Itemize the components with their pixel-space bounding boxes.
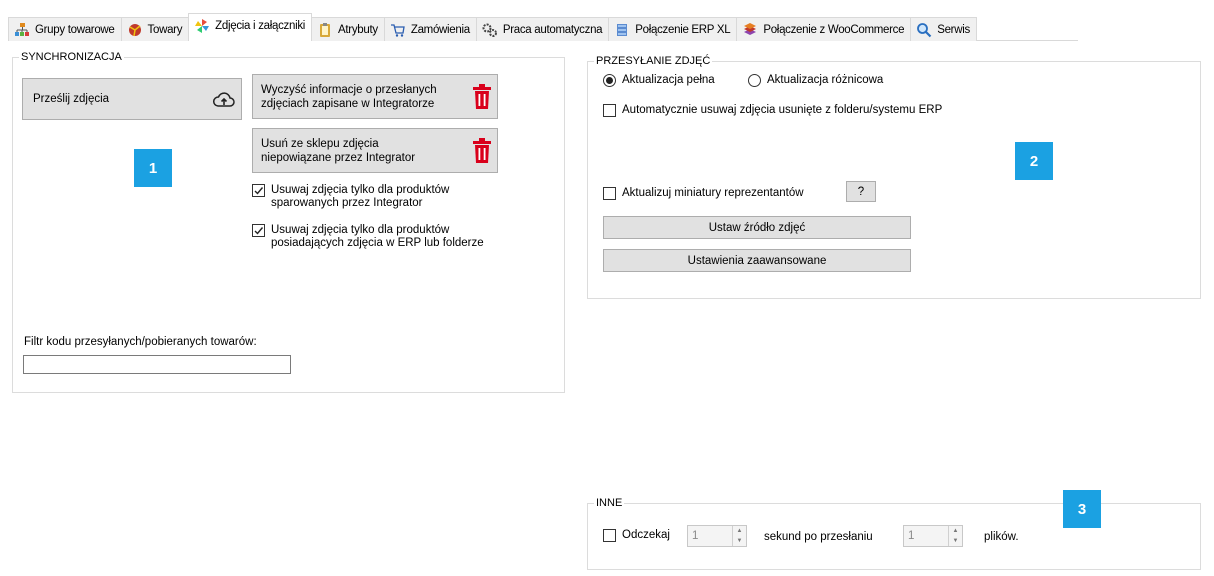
stepper-up-icon[interactable]: ▲ <box>733 526 746 536</box>
remove-unlinked-images-button[interactable]: Usuń ze sklepu zdjęcia niepowiązane prze… <box>252 128 498 173</box>
tab-zdjecia-i-zalaczniki[interactable]: Zdjęcia i załączniki <box>188 13 313 41</box>
callout-badge-1: 1 <box>134 149 172 187</box>
hierarchy-icon <box>15 22 29 36</box>
stepper-down-icon[interactable]: ▼ <box>949 536 962 546</box>
stepper-down-icon[interactable]: ▼ <box>733 536 746 546</box>
remove-button-line2: niepowiązane przez Integrator <box>261 151 416 164</box>
tab-label: Zamówienia <box>410 23 470 36</box>
tab-label: Serwis <box>937 23 970 36</box>
wait-option[interactable]: Odczekaj <box>603 529 670 542</box>
wait-seconds-stepper[interactable]: 1 ▲ ▼ <box>687 525 747 547</box>
pinwheel-icon <box>195 18 210 33</box>
tab-strip: Grupy towarowe Towary Zdjęcia i załączni… <box>8 13 977 41</box>
only-erp-line2: posiadających zdjęcia w ERP lub folderze <box>271 237 484 249</box>
filter-input[interactable] <box>23 355 291 374</box>
tab-grupy-towarowe[interactable]: Grupy towarowe <box>8 17 122 41</box>
clear-button-line1: Wyczyść informacje o przesłanych <box>261 83 437 96</box>
only-paired-products-option[interactable]: Usuwaj zdjęcia tylko dla produktów sparo… <box>252 184 449 210</box>
tab-label: Atrybuty <box>338 23 378 36</box>
files-count-stepper[interactable]: 1 ▲ ▼ <box>903 525 963 547</box>
remove-button-line1: Usuń ze sklepu zdjęcia <box>261 137 379 150</box>
only-with-erp-images-option[interactable]: Usuwaj zdjęcia tylko dla produktów posia… <box>252 224 484 250</box>
stepper-arrows[interactable]: ▲ ▼ <box>948 526 962 546</box>
update-thumbnails-label: Aktualizuj miniatury reprezentantów <box>622 187 804 199</box>
cloud-upload-icon <box>213 92 235 107</box>
advanced-settings-label: Ustawienia zaawansowane <box>687 254 827 267</box>
other-group: INNE <box>587 496 1201 570</box>
clipboard-icon <box>320 22 331 37</box>
tab-polaczenie-erp-xl[interactable]: Połączenie ERP XL <box>608 17 738 41</box>
clear-uploaded-info-button[interactable]: Wyczyść informacje o przesłanych zdjęcia… <box>252 74 498 119</box>
wait-seconds-value: 1 <box>692 530 699 542</box>
ball-icon <box>128 23 141 36</box>
wait-checkbox[interactable] <box>603 529 616 542</box>
help-label: ? <box>857 185 865 198</box>
only-paired-products-checkbox[interactable] <box>252 184 265 197</box>
diff-update-radio[interactable] <box>748 74 761 87</box>
only-paired-line2: sparowanych przez Integrator <box>271 197 423 209</box>
checkmark-icon <box>254 227 264 235</box>
tab-label: Połączenie z WooCommerce <box>763 23 905 36</box>
diff-update-option[interactable]: Aktualizacja różnicowa <box>748 74 883 87</box>
tab-label: Zdjęcia i załączniki <box>215 19 306 32</box>
tab-atrybuty[interactable]: Atrybuty <box>311 17 385 41</box>
upload-images-button[interactable]: Prześlij zdjęcia <box>22 78 242 120</box>
advanced-settings-button[interactable]: Ustawienia zaawansowane <box>603 249 911 272</box>
tab-towary[interactable]: Towary <box>120 17 190 41</box>
auto-remove-checkbox[interactable] <box>603 104 616 117</box>
wait-label: Odczekaj <box>622 529 670 541</box>
tab-label: Grupy towarowe <box>35 23 115 36</box>
woo-icon <box>744 22 757 35</box>
stepper-arrows[interactable]: ▲ ▼ <box>732 526 746 546</box>
diff-update-label: Aktualizacja różnicowa <box>767 74 884 86</box>
tab-label: Połączenie ERP XL <box>635 23 731 36</box>
callout-badge-2: 2 <box>1015 142 1053 180</box>
set-image-source-button[interactable]: Ustaw źródło zdjęć <box>603 216 911 239</box>
update-thumbnails-checkbox[interactable] <box>603 187 616 200</box>
trash-icon <box>473 138 491 163</box>
callout-badge-3: 3 <box>1063 490 1101 528</box>
full-update-option[interactable]: Aktualizacja pełna <box>603 74 715 87</box>
sync-group-title: SYNCHRONIZACJA <box>19 50 124 64</box>
upload-group-title: PRZESYŁANIE ZDJĘĆ <box>594 54 713 68</box>
filter-label: Filtr kodu przesyłanych/pobieranych towa… <box>24 336 257 348</box>
tab-zamowienia[interactable]: Zamówienia <box>383 17 477 41</box>
checkmark-icon <box>254 187 264 195</box>
upload-images-label: Prześlij zdjęcia <box>33 93 110 105</box>
tab-label: Towary <box>147 23 183 36</box>
trash-icon <box>473 84 491 109</box>
clear-button-line2: zdjęciach zapisane w Integratorze <box>261 97 435 110</box>
auto-remove-label: Automatycznie usuwaj zdjęcia usunięte z … <box>622 104 943 116</box>
update-thumbnails-option[interactable]: Aktualizuj miniatury reprezentantów <box>603 187 804 200</box>
files-label: plików. <box>984 531 1019 543</box>
seconds-label: sekund po przesłaniu <box>764 531 873 543</box>
magnifier-icon <box>917 22 932 37</box>
only-paired-line1: Usuwaj zdjęcia tylko dla produktów <box>271 184 450 196</box>
tab-praca-automatyczna[interactable]: Praca automatyczna <box>475 17 610 41</box>
database-icon <box>617 23 628 36</box>
stepper-up-icon[interactable]: ▲ <box>949 526 962 536</box>
full-update-label: Aktualizacja pełna <box>622 74 715 86</box>
other-group-title: INNE <box>594 496 625 510</box>
full-update-radio[interactable] <box>603 74 616 87</box>
thumbnails-help-button[interactable]: ? <box>846 181 876 202</box>
files-count-value: 1 <box>908 530 915 542</box>
only-with-erp-images-checkbox[interactable] <box>252 224 265 237</box>
tab-label: Praca automatyczna <box>502 23 603 36</box>
tab-polaczenie-z-woocommerce[interactable]: Połączenie z WooCommerce <box>736 17 912 41</box>
auto-remove-option[interactable]: Automatycznie usuwaj zdjęcia usunięte z … <box>603 104 942 117</box>
only-erp-line1: Usuwaj zdjęcia tylko dla produktów <box>271 224 450 236</box>
tab-serwis[interactable]: Serwis <box>910 17 977 41</box>
set-image-source-label: Ustaw źródło zdjęć <box>708 221 806 234</box>
cart-icon <box>390 23 405 37</box>
gears-icon <box>482 23 497 37</box>
